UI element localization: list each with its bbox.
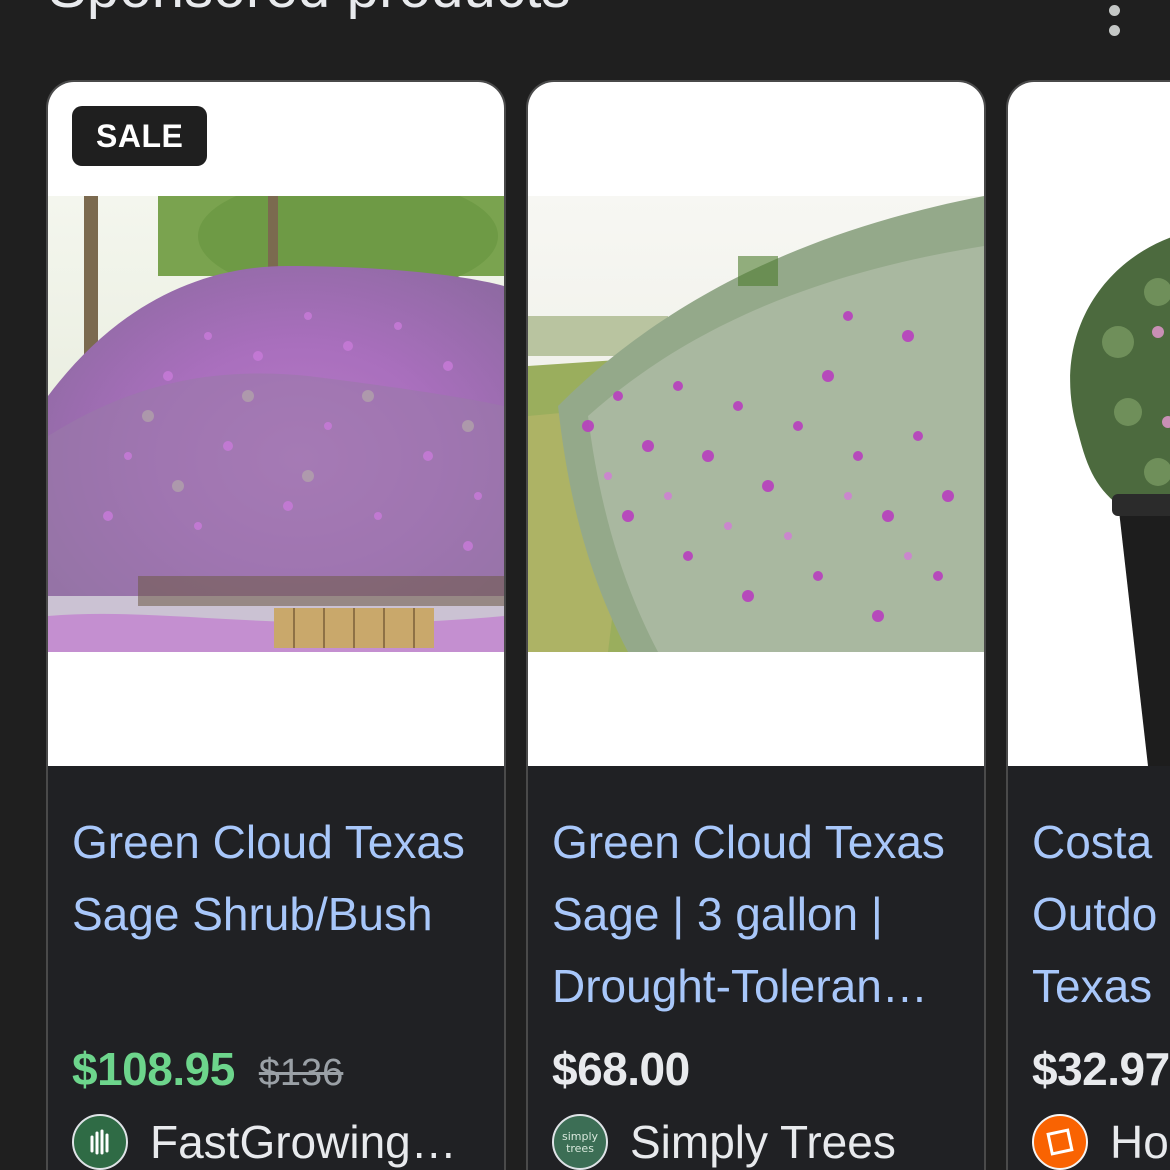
product-title-link[interactable]: Green Cloud Texas Sage | 3 gallon | Drou…	[552, 806, 960, 1022]
simply-trees-logo-icon: simply trees	[552, 1114, 608, 1170]
product-photo-texas-sage-row	[528, 196, 984, 652]
product-card[interactable]: Green Cloud Texas Sage | 3 gallon | Drou…	[526, 80, 986, 1170]
product-photo-texas-sage-hedge	[48, 196, 504, 652]
product-image[interactable]: SALE	[48, 82, 504, 766]
merchant-name: FastGrowing…	[150, 1116, 457, 1168]
product-image[interactable]	[1008, 82, 1170, 766]
more-vert-icon[interactable]	[1102, 0, 1126, 36]
svg-text:trees: trees	[566, 1142, 594, 1155]
price-row: $108.95 $136	[72, 1042, 480, 1098]
sale-price: $108.95	[72, 1043, 235, 1095]
price-row: $32.97	[1032, 1042, 1170, 1098]
merchant-row[interactable]: Ho	[1032, 1112, 1170, 1170]
price: $68.00	[552, 1043, 690, 1095]
merchant-name: Ho	[1110, 1116, 1169, 1168]
home-depot-logo-icon	[1032, 1114, 1088, 1170]
original-price: $136	[258, 1052, 344, 1094]
product-title-link[interactable]: Green Cloud Texas Sage Shrub/Bush	[72, 806, 480, 1022]
sale-badge: SALE	[72, 106, 208, 166]
price: $32.97	[1032, 1043, 1170, 1095]
sponsored-products-carousel: Sponsored products	[0, 0, 1170, 1170]
product-image[interactable]	[528, 82, 984, 766]
merchant-row[interactable]: simply trees Simply Trees	[552, 1112, 960, 1170]
section-title: Sponsored products	[48, 0, 571, 21]
price-row: $68.00	[552, 1042, 960, 1098]
merchant-name: Simply Trees	[630, 1116, 896, 1168]
product-card[interactable]: SALE Green Cloud Texas Sage Shrub/Bush $…	[46, 80, 506, 1170]
product-photo-potted-shrub	[1008, 172, 1170, 766]
fastgrowing-logo-icon	[72, 1114, 128, 1170]
product-card[interactable]: Costa Outdo Texas $32.97 Ho	[1006, 80, 1170, 1170]
merchant-row[interactable]: FastGrowing…	[72, 1112, 480, 1170]
product-title-link[interactable]: Costa Outdo Texas	[1032, 806, 1170, 1022]
